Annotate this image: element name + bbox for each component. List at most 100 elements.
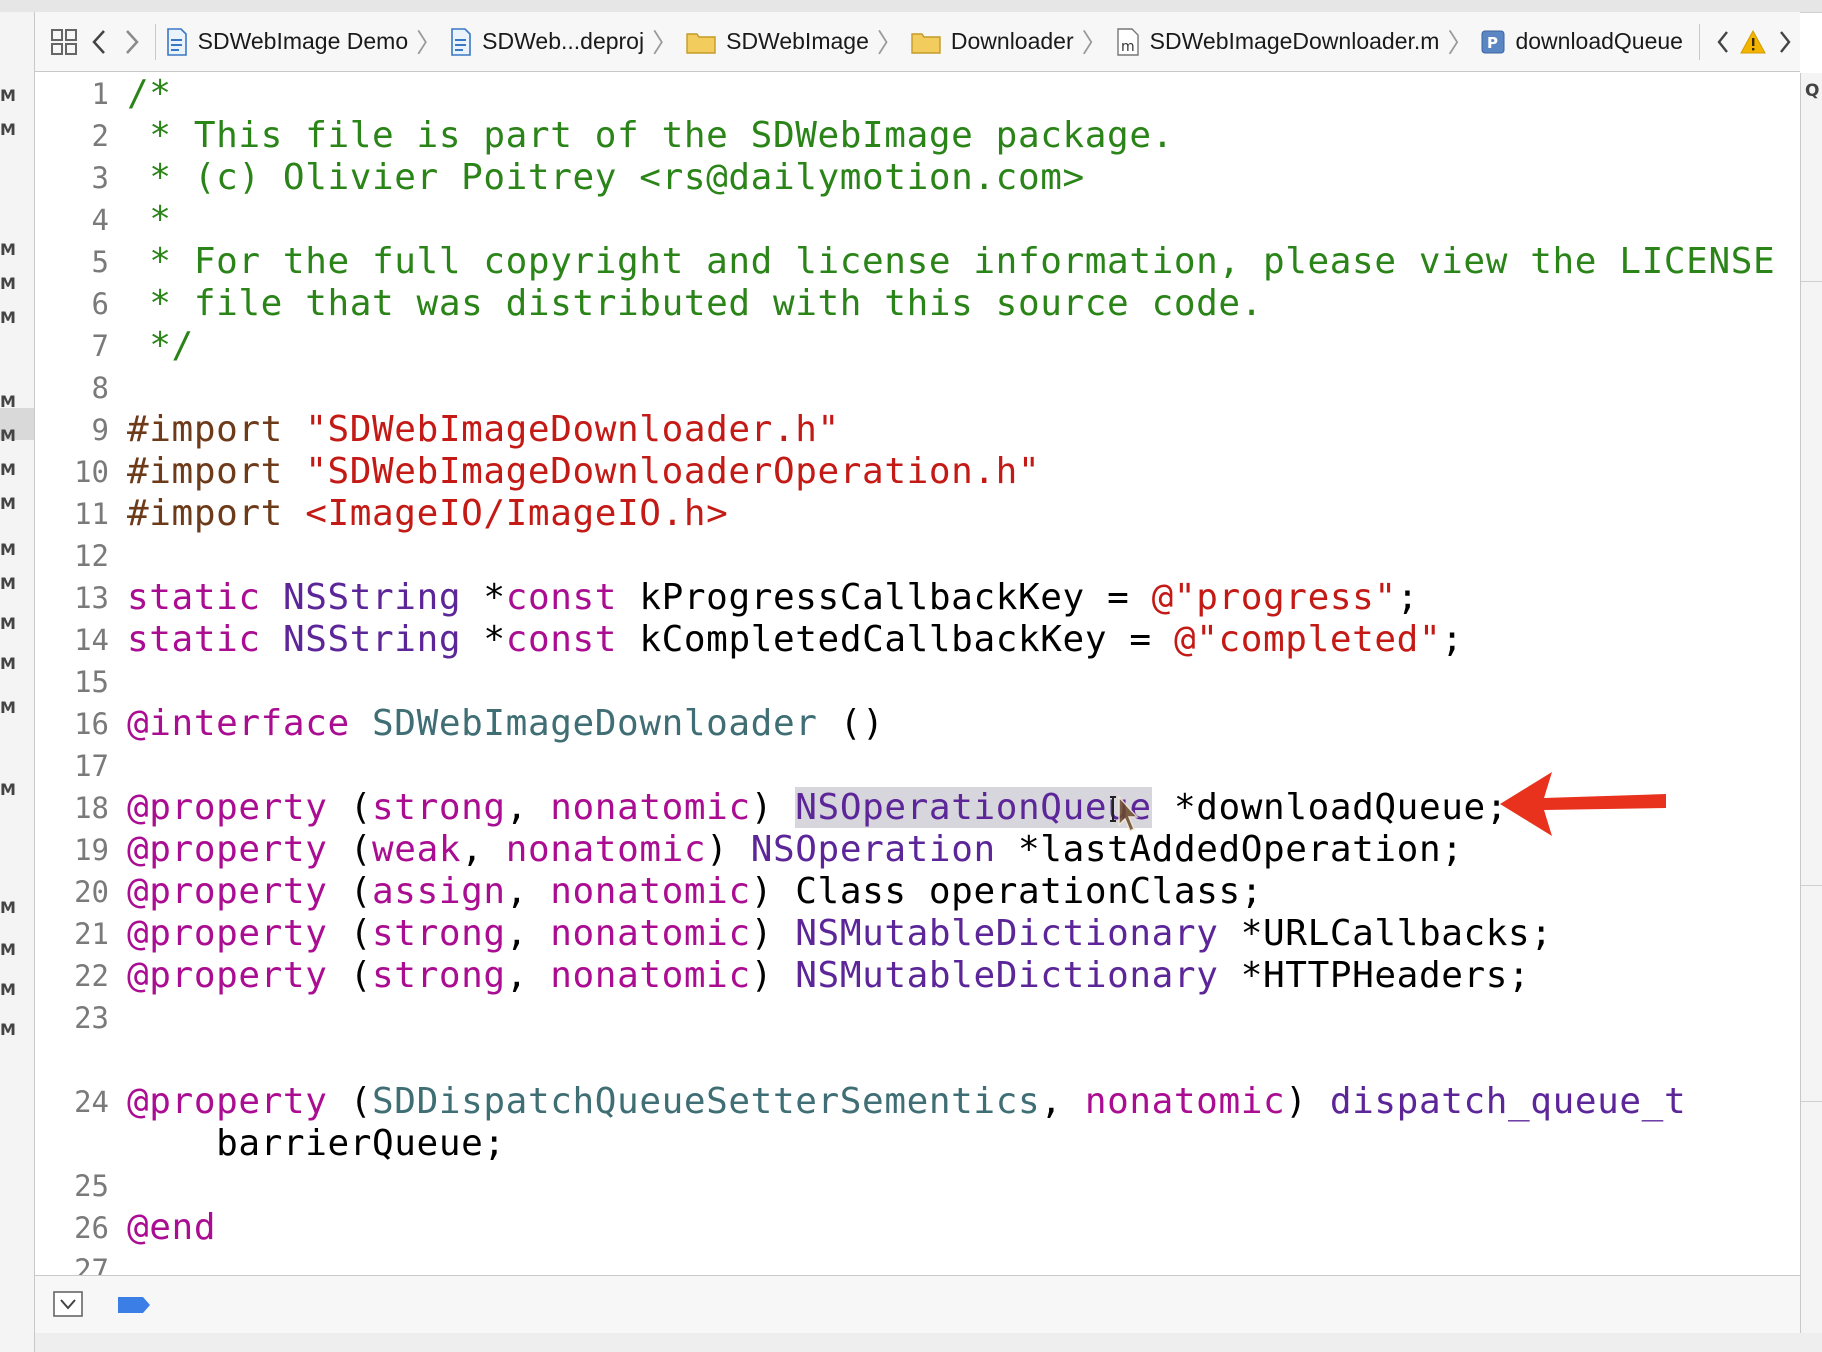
breadcrumb-group-sdwebimage[interactable]: SDWebImage <box>686 22 869 62</box>
line-number-gutter: 1 2 3 4 5 6 7 8 9 10 11 12 13 14 15 16 1… <box>35 73 115 1275</box>
line-number: 24 <box>74 1085 109 1119</box>
modified-marker: M <box>0 980 16 999</box>
breadcrumb-separator-icon: 〉 <box>1081 29 1108 59</box>
code-line: @property (SDDispatchQueueSetterSementic… <box>127 1081 1687 1164</box>
breakpoints-toggle-icon[interactable] <box>117 1296 151 1314</box>
breadcrumb-project[interactable]: SDWebImage Demo <box>166 22 409 62</box>
modified-marker: M <box>0 540 16 559</box>
modified-marker: M <box>0 494 16 513</box>
line-number: 5 <box>91 245 109 279</box>
modified-marker: M <box>0 614 16 633</box>
rail-divider <box>1801 1101 1822 1102</box>
line-number: 27 <box>74 1253 109 1275</box>
line-number: 21 <box>74 917 109 951</box>
inspector-tab-letter: Q <box>1805 81 1820 101</box>
code-line: * file that was distributed with this so… <box>127 283 1263 324</box>
code-line: @property (weak, nonatomic) NSOperation … <box>127 829 1464 870</box>
modified-marker: M <box>0 308 16 327</box>
breadcrumb-separator-icon: 〉 <box>1447 29 1474 59</box>
line-number: 14 <box>74 623 109 657</box>
breadcrumb-label: SDWebImage Demo <box>197 28 409 54</box>
hide-debug-area-icon[interactable] <box>53 1291 83 1317</box>
left-navigator-rail: M M M M M M M M M M M M M M M M M M M <box>0 12 35 1352</box>
window-bottom-strip <box>35 1333 1822 1352</box>
breadcrumb-separator-icon: 〉 <box>876 29 903 59</box>
line-number: 16 <box>74 707 109 741</box>
breadcrumb-xcodeproj[interactable]: SDWeb...deproj <box>450 22 644 62</box>
line-number: 1 <box>91 77 109 111</box>
modified-marker: M <box>0 274 16 293</box>
line-number: 12 <box>74 539 109 573</box>
right-inspector-rail: Q <box>1800 73 1822 1352</box>
line-number: 15 <box>74 665 109 699</box>
code-line: @property (assign, nonatomic) Class oper… <box>127 871 1264 912</box>
modified-marker: M <box>0 780 16 799</box>
next-issue-chevron-icon[interactable] <box>1770 22 1800 62</box>
jump-bar-divider <box>1698 23 1700 60</box>
breadcrumb-label: SDWebImage <box>726 28 869 54</box>
line-number: 13 <box>74 581 109 615</box>
breadcrumb-group-downloader[interactable]: Downloader <box>911 22 1074 62</box>
code-line: #import "SDWebImageDownloaderOperation.h… <box>127 451 1041 492</box>
code-line: @property (strong, nonatomic) NSMutableD… <box>127 913 1553 954</box>
code-line: * For the full copyright and license inf… <box>127 241 1776 282</box>
modified-marker: M <box>0 574 16 593</box>
line-number: 7 <box>91 329 109 363</box>
line-number: 25 <box>74 1169 109 1203</box>
code-line: static NSString *const kCompletedCallbac… <box>127 619 1464 660</box>
project-file-icon <box>166 27 188 56</box>
modified-marker: M <box>0 698 16 717</box>
breadcrumb-label: SDWeb...deproj <box>482 28 645 54</box>
code-line: /* <box>127 73 172 114</box>
modified-marker: M <box>0 392 16 411</box>
svg-text:P: P <box>1487 34 1498 52</box>
line-number: 10 <box>74 455 109 489</box>
modified-marker: M <box>0 898 16 917</box>
line-number: 3 <box>91 161 109 195</box>
modified-marker: M <box>0 240 16 259</box>
line-number: 18 <box>74 791 109 825</box>
related-items-grid-icon[interactable] <box>45 22 83 62</box>
rail-divider <box>1801 885 1822 886</box>
code-line: * (c) Olivier Poitrey <rs@dailymotion.co… <box>127 157 1085 198</box>
breadcrumb-label: downloadQueue <box>1515 28 1683 54</box>
debug-area-bar <box>35 1275 1800 1334</box>
line-number: 8 <box>91 371 109 405</box>
warning-triangle-icon[interactable] <box>1736 22 1770 62</box>
mouse-cursor-icon <box>1110 795 1139 833</box>
modified-marker: M <box>0 120 16 139</box>
jump-bar: SDWebImage Demo 〉 SDWeb...deproj 〉 SDWeb… <box>35 12 1800 72</box>
modified-marker: M <box>0 460 16 479</box>
back-chevron-icon[interactable] <box>83 22 116 62</box>
breadcrumb-separator-icon: 〉 <box>416 29 443 59</box>
line-number: 11 <box>74 497 109 531</box>
breadcrumb-file[interactable]: m SDWebImageDownloader.m <box>1116 22 1439 62</box>
modified-marker: M <box>0 426 16 445</box>
modified-marker: M <box>0 86 16 105</box>
code-line: static NSString *const kProgressCallback… <box>127 577 1419 618</box>
code-line: #import "SDWebImageDownloader.h" <box>127 409 840 450</box>
objc-source-m-icon: m <box>1116 27 1140 56</box>
forward-chevron-icon[interactable] <box>116 22 149 62</box>
line-number: 17 <box>74 749 109 783</box>
svg-text:m: m <box>1121 39 1135 55</box>
line-number: 26 <box>74 1211 109 1245</box>
breadcrumb-separator-icon: 〉 <box>652 29 679 59</box>
rail-divider <box>1801 281 1822 282</box>
source-editor[interactable]: 1 2 3 4 5 6 7 8 9 10 11 12 13 14 15 16 1… <box>35 73 1800 1275</box>
code-line: @end <box>127 1207 217 1248</box>
line-number: 2 <box>91 119 109 153</box>
previous-issue-chevron-icon[interactable] <box>1710 22 1736 62</box>
line-number: 4 <box>91 203 109 237</box>
code-line-selected: @property (strong, nonatomic) NSOperatio… <box>127 787 1509 828</box>
property-p-icon: P <box>1481 30 1505 54</box>
code-line: * This file is part of the SDWebImage pa… <box>127 115 1174 156</box>
code-line: */ <box>127 325 194 366</box>
line-number: 6 <box>91 287 109 321</box>
modified-marker: M <box>0 940 16 959</box>
line-number: 22 <box>74 959 109 993</box>
line-number: 9 <box>91 413 109 447</box>
breadcrumb-symbol[interactable]: P downloadQueue <box>1481 22 1683 62</box>
modified-marker: M <box>0 1020 16 1039</box>
folder-icon <box>686 30 716 54</box>
